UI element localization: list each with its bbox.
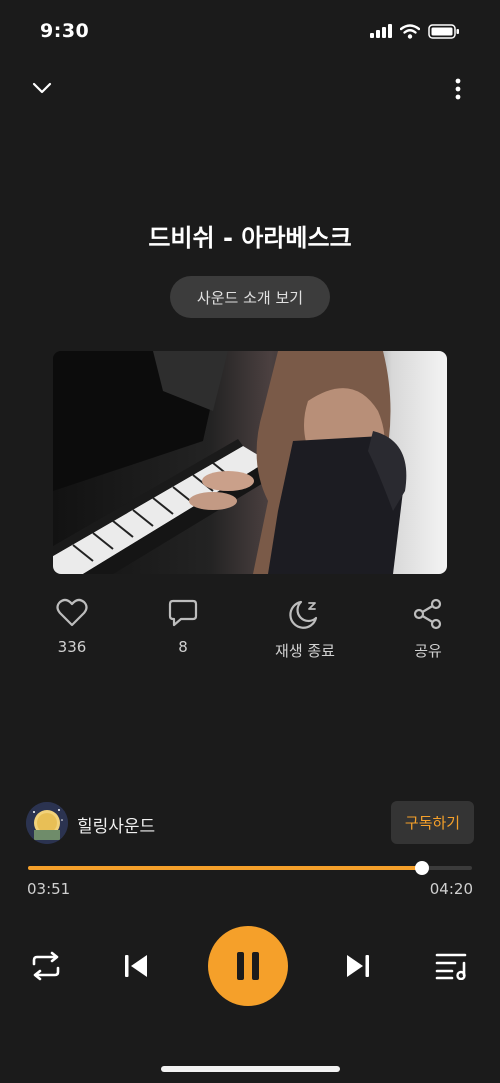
piano-player-image (53, 351, 407, 574)
playlist-icon (435, 953, 467, 980)
sleep-timer-button[interactable]: 재생 종료 (260, 598, 350, 661)
video-thumbnail[interactable] (53, 351, 447, 574)
pause-button[interactable] (208, 926, 288, 1006)
repeat-icon (32, 951, 60, 981)
skip-previous-icon (125, 955, 147, 977)
current-time: 03:51 (27, 880, 71, 898)
comment-icon (168, 599, 198, 627)
channel-avatar-image (26, 802, 68, 844)
share-button[interactable]: 공유 (383, 598, 473, 661)
total-time: 04:20 (429, 880, 473, 898)
more-vertical-icon (455, 78, 461, 100)
next-button[interactable] (338, 946, 378, 986)
progress-fill (28, 866, 423, 870)
signal-icon (370, 24, 392, 38)
home-indicator[interactable] (161, 1066, 340, 1072)
progress-knob[interactable] (415, 861, 430, 875)
comment-button[interactable]: 8 (138, 598, 228, 656)
playlist-button[interactable] (432, 946, 472, 986)
progress-bar[interactable] (28, 860, 472, 876)
status-icons (370, 22, 460, 40)
repeat-button[interactable] (26, 946, 66, 986)
playback-controls (0, 926, 500, 1006)
comment-count: 8 (178, 638, 188, 656)
channel-name[interactable]: 힐링사운드 (77, 812, 155, 837)
skip-next-icon (347, 955, 369, 977)
wifi-icon (400, 23, 420, 39)
share-icon (413, 598, 442, 630)
channel-row: 힐링사운드 구독하기 (26, 800, 474, 846)
share-label: 공유 (414, 642, 442, 660)
heart-icon (56, 598, 88, 627)
moon-icon (289, 600, 318, 629)
action-row: 336 8 재생 종료 공유 (0, 598, 500, 678)
more-options-button[interactable] (440, 72, 476, 106)
sound-intro-button[interactable]: 사운드 소개 보기 (170, 276, 330, 318)
battery-icon (428, 23, 459, 39)
like-button[interactable]: 336 (27, 598, 117, 656)
status-time: 9:30 (40, 20, 90, 42)
subscribe-button[interactable]: 구독하기 (391, 801, 474, 844)
sleep-timer-label: 재생 종료 (275, 642, 335, 660)
pause-icon (237, 952, 259, 980)
previous-button[interactable] (116, 946, 156, 986)
status-bar: 9:30 (0, 0, 500, 62)
collapse-button[interactable] (24, 72, 60, 104)
like-count: 336 (57, 638, 87, 656)
chevron-down-icon (32, 82, 52, 94)
track-title: 드비쉬 - 아라베스크 (148, 224, 352, 252)
channel-avatar[interactable] (26, 802, 68, 844)
